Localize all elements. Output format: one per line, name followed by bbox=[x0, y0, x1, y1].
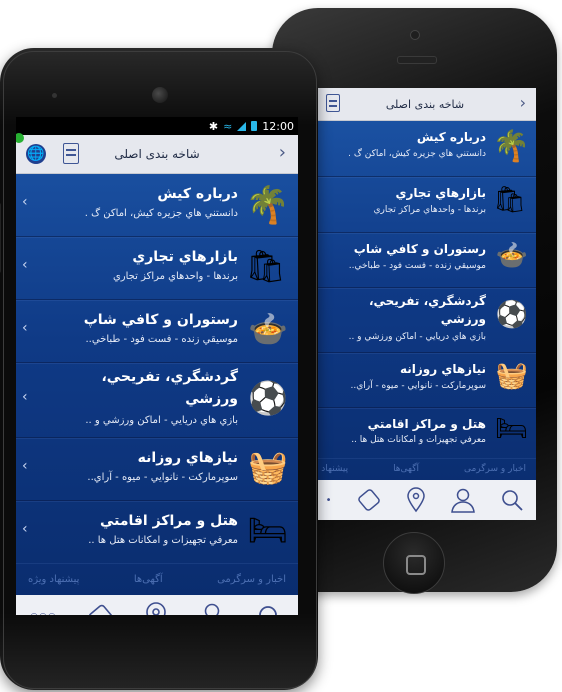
iphone-speaker bbox=[397, 56, 437, 64]
list-item[interactable]: درباره کيش دانستني هاي جزيره کيش، اماکن … bbox=[314, 121, 536, 177]
status-dot bbox=[16, 133, 24, 143]
chevron-left-icon: ‹ bbox=[22, 194, 28, 210]
status-bar: ✱ ≈ 12:00 bbox=[16, 117, 298, 135]
chevron-left-icon: ‹ bbox=[22, 320, 28, 336]
iphone-camera bbox=[410, 30, 420, 40]
item-subtitle: برندها - واحدهاي مراکز تجاري bbox=[373, 205, 486, 215]
bottom-tabs: اخبار و سرگرمی آگهی‌ها پیشنهاد ویژه bbox=[16, 563, 298, 595]
tab-ads[interactable]: آگهی‌ها bbox=[393, 464, 419, 474]
item-subtitle: معرفي تجهيزات و امکانات هتل ها .. bbox=[88, 535, 238, 546]
sports-ball-icon: ⚽ bbox=[248, 379, 288, 417]
shopping-bag-icon: 🛍 bbox=[245, 247, 286, 285]
tab-special[interactable]: پیشنهاد ویژه bbox=[28, 574, 79, 585]
chevron-left-icon: ‹ bbox=[22, 257, 28, 273]
location-pin-icon[interactable] bbox=[406, 487, 426, 513]
item-title: نيازهاي روزانه bbox=[137, 450, 238, 466]
battery-icon bbox=[251, 121, 258, 131]
list-item[interactable]: ‹ نيازهاي روزانه سوپرمارکت - نانوايي - م… bbox=[16, 438, 298, 501]
item-subtitle: سوپرمارکت - نانوايي - ميوه - آراي.. bbox=[350, 381, 486, 391]
android-screen: ✱ ≈ 12:00 🌐 شاخه بندی اصلی › ‹ درباره کي… bbox=[16, 117, 298, 615]
iphone-navbar: شاخه بندی اصلی › bbox=[314, 88, 536, 121]
tab-news[interactable]: اخبار و سرگرمی bbox=[217, 574, 286, 585]
list-item[interactable]: ‹ درباره کيش دانستني هاي جزيره کيش، اماک… bbox=[16, 174, 298, 237]
palm-tree-icon: 🌴 bbox=[245, 185, 290, 226]
basket-icon: 🧺 bbox=[495, 361, 528, 391]
list-item[interactable]: نيازهاي روزانه سوپرمارکت - نانوايي - ميو… bbox=[314, 353, 536, 408]
item-title: هتل و مراکز اقامتي bbox=[367, 417, 486, 431]
user-icon[interactable] bbox=[449, 487, 477, 513]
tab-ads[interactable]: آگهی‌ها bbox=[134, 574, 163, 585]
android-camera bbox=[152, 87, 168, 103]
item-title: رستوران و کافي شاپ bbox=[353, 242, 486, 256]
bed-icon: 🛏 bbox=[247, 511, 288, 549]
chevron-right-icon[interactable]: › bbox=[279, 142, 286, 163]
item-subtitle: موسيقي زنده - فست فود - طباخي.. bbox=[348, 261, 486, 271]
dish-icon: 🍲 bbox=[495, 241, 528, 271]
item-title-line2: ورزشي bbox=[185, 391, 238, 407]
sensor-dot bbox=[52, 93, 57, 98]
item-title-line1: گردشگري، تفريحي، bbox=[101, 369, 238, 385]
item-subtitle: سوپرمارکت - نانوايي - ميوه - آراي.. bbox=[87, 472, 238, 483]
more-dots-icon[interactable]: ○○○ bbox=[30, 612, 57, 615]
page-title: شاخه بندی اصلی bbox=[385, 97, 465, 111]
chevron-right-icon[interactable]: › bbox=[520, 93, 526, 112]
search-icon[interactable] bbox=[500, 488, 524, 512]
list-item[interactable]: هتل و مراکز اقامتي معرفي تجهيزات و امکان… bbox=[314, 408, 536, 458]
item-subtitle: دانستني هاي جزيره کيش، اماکن گ . bbox=[348, 149, 486, 159]
user-icon[interactable] bbox=[196, 602, 228, 615]
chevron-left-icon: ‹ bbox=[22, 389, 28, 405]
page-title: شاخه بندی اصلی bbox=[114, 147, 200, 161]
item-title: درباره کيش bbox=[157, 186, 238, 202]
android-navbar: 🌐 شاخه بندی اصلی › bbox=[16, 133, 298, 174]
item-subtitle: موسيقي زنده - فست فود - طباخي.. bbox=[85, 334, 238, 345]
dish-icon: 🍲 bbox=[248, 310, 288, 348]
shopping-bag-icon: 🛍 bbox=[492, 185, 526, 215]
list-item[interactable]: بازارهاي تجاري برندها - واحدهاي مراکز تج… bbox=[314, 177, 536, 233]
item-subtitle: دانستني هاي جزيره کيش، اماکن گ . bbox=[84, 208, 238, 219]
toolbar: ○○○ bbox=[16, 595, 298, 615]
item-subtitle: معرفي تجهيزات و امکانات هتل ها .. bbox=[351, 435, 486, 445]
side-button bbox=[0, 203, 1, 273]
more-dots-icon[interactable]: • bbox=[326, 495, 332, 506]
signal-icon bbox=[237, 121, 247, 131]
tab-news[interactable]: اخبار و سرگرمی bbox=[464, 464, 526, 474]
list-item[interactable]: گردشگري، تفريحي، ورزشي بازي هاي دريايي -… bbox=[314, 288, 536, 353]
bed-icon: 🛏 bbox=[494, 414, 528, 444]
list-item[interactable]: ‹ گردشگري، تفريحي، ورزشي بازي هاي دريايي… bbox=[16, 363, 298, 438]
item-title: نيازهاي روزانه bbox=[400, 362, 486, 376]
search-icon[interactable] bbox=[256, 603, 284, 615]
item-subtitle: بازي هاي دريايي - اماکن ورزشي و .. bbox=[348, 332, 486, 342]
ticket-icon[interactable] bbox=[355, 489, 383, 511]
list-item[interactable]: ‹ هتل و مراکز اقامتي معرفي تجهيزات و امک… bbox=[16, 501, 298, 563]
chevron-left-icon: ‹ bbox=[22, 521, 28, 537]
item-title-line2: ورزشي bbox=[440, 312, 486, 326]
toolbar: • bbox=[314, 480, 536, 520]
item-subtitle: برندها - واحدهاي مراکز تجاري bbox=[112, 271, 238, 282]
ticket-icon[interactable] bbox=[85, 604, 117, 615]
item-title: درباره کيش bbox=[416, 130, 486, 144]
iphone-screen: شاخه بندی اصلی › درباره کيش دانستني هاي … bbox=[314, 88, 536, 520]
list-item[interactable]: ‹ بازارهاي تجاري برندها - واحدهاي مراکز … bbox=[16, 237, 298, 300]
status-time: 12:00 bbox=[262, 119, 294, 133]
item-title: بازارهاي تجاري bbox=[395, 186, 486, 200]
item-subtitle: بازي هاي دريايي - اماکن ورزشي و .. bbox=[85, 415, 238, 426]
iphone-home-button[interactable] bbox=[383, 532, 445, 594]
item-title: هتل و مراکز اقامتي bbox=[99, 513, 238, 529]
item-title-line1: گردشگري، تفريحي، bbox=[368, 294, 486, 308]
bottom-tabs: اخبار و سرگرمی آگهی‌ها پیشنهاد و bbox=[314, 458, 536, 480]
item-title: بازارهاي تجاري bbox=[132, 249, 238, 265]
wifi-icon: ≈ bbox=[223, 119, 233, 133]
tab-special[interactable]: پیشنهاد و bbox=[314, 464, 348, 474]
list-item[interactable]: رستوران و کافي شاپ موسيقي زنده - فست فود… bbox=[314, 233, 536, 288]
palm-tree-icon: 🌴 bbox=[492, 129, 530, 164]
item-title: رستوران و کافي شاپ bbox=[83, 312, 238, 328]
basket-icon: 🧺 bbox=[248, 448, 288, 486]
location-pin-icon[interactable] bbox=[145, 602, 167, 615]
sports-ball-icon: ⚽ bbox=[495, 300, 528, 330]
bluetooth-icon: ✱ bbox=[208, 119, 219, 133]
list-item[interactable]: ‹ رستوران و کافي شاپ موسيقي زنده - فست ف… bbox=[16, 300, 298, 363]
chevron-left-icon: ‹ bbox=[22, 458, 28, 474]
